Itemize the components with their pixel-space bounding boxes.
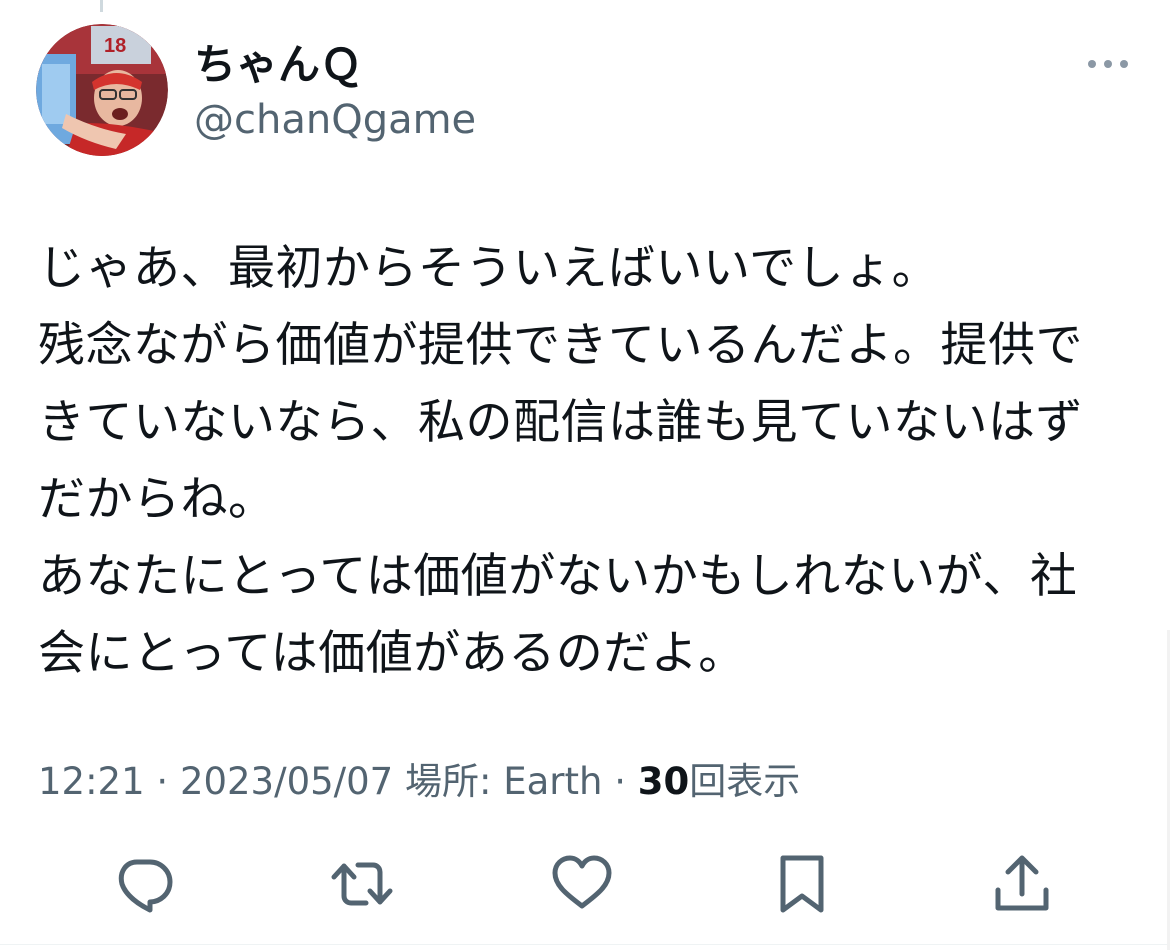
tweet-text-line: 会にとっては価値があるのだよ。: [38, 626, 746, 681]
divider: [0, 944, 1170, 945]
share-icon: [995, 855, 1049, 911]
heart-icon: [552, 855, 612, 909]
retweet-icon: [331, 862, 393, 906]
tweet-text-line: 残念ながら価値が提供できているんだよ。提供で: [38, 318, 1083, 373]
tweet-date[interactable]: 2023/05/07: [180, 760, 393, 803]
tweet-detail-page: 18 ちゃんＱ @chanQgame じゃあ、最初からそういえばいいでしょ。 残…: [0, 0, 1170, 952]
tweet-text-line: だからね。: [38, 472, 276, 527]
tweet-body-text: じゃあ、最初からそういえばいいでしょ。 残念ながら価値が提供できているんだよ。提…: [38, 230, 1098, 692]
tweet-text-line: きていないなら、私の配信は誰も見ていないはず: [38, 395, 1083, 450]
more-dots-icon[interactable]: [1084, 50, 1132, 78]
like-button[interactable]: [548, 850, 616, 918]
reply-button[interactable]: [110, 850, 178, 918]
tweet-text-line: じゃあ、最初からそういえばいいでしょ。: [38, 241, 940, 296]
tweet-time[interactable]: 12:21: [38, 760, 145, 803]
author-display-name[interactable]: ちゃんＱ: [194, 38, 362, 92]
meta-separator: ·: [614, 760, 626, 803]
user-avatar-photo: 18: [36, 24, 168, 156]
views-label: 回表示: [689, 760, 801, 803]
author-handle[interactable]: @chanQgame: [194, 95, 476, 145]
tweet-text-line: あなたにとっては価値がないかもしれないが、社: [38, 549, 1078, 604]
reply-icon: [118, 859, 173, 913]
thread-connector-line: [100, 0, 103, 12]
tweet-metadata: 12:21 · 2023/05/07 場所: Earth · 30回表示: [38, 756, 800, 808]
meta-separator: ·: [156, 760, 169, 803]
share-button[interactable]: [988, 850, 1056, 918]
retweet-button[interactable]: [328, 850, 396, 918]
tweet-location: 場所: Earth: [404, 760, 603, 803]
bookmark-icon: [780, 855, 824, 913]
views-count[interactable]: 30: [638, 760, 690, 803]
svg-text:18: 18: [104, 35, 126, 57]
bookmark-button[interactable]: [768, 850, 836, 918]
avatar[interactable]: 18: [36, 24, 168, 156]
